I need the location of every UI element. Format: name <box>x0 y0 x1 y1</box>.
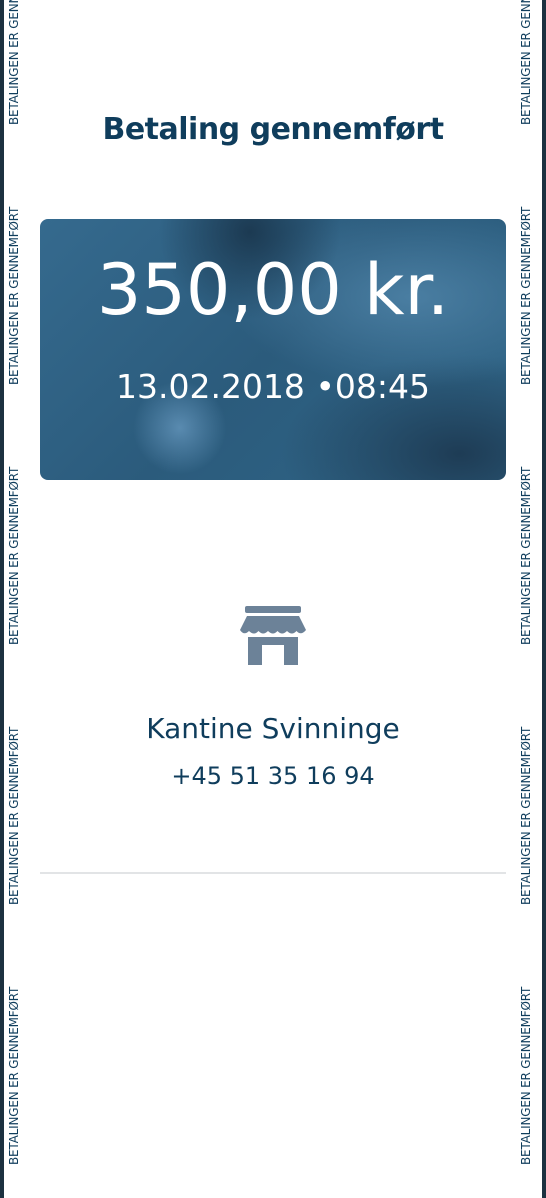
watermark-text: BETALINGEN ER GENNEMFØRT <box>519 0 533 125</box>
divider <box>40 872 506 874</box>
payment-datetime: 13.02.2018 •08:45 <box>40 367 506 406</box>
store-icon <box>239 604 307 670</box>
separator-dot: • <box>315 367 335 406</box>
watermark-text: BETALINGEN ER GENNEMFØRT <box>7 986 21 1165</box>
watermark-strip-right: BETALINGEN ER GENNEMFØRT BETALINGEN ER GE… <box>516 0 542 1198</box>
payment-amount: 350,00 kr. <box>96 249 450 331</box>
watermark-text: BETALINGEN ER GENNEMFØRT <box>7 466 21 645</box>
watermark-strip-left: BETALINGEN ER GENNEMFØRT BETALINGEN ER GE… <box>4 0 30 1198</box>
merchant-phone[interactable]: +45 51 35 16 94 <box>0 762 546 790</box>
watermark-text: BETALINGEN ER GENNEMFØRT <box>7 206 21 385</box>
watermark-text: BETALINGEN ER GENNEMFØRT <box>519 206 533 385</box>
watermark-text: BETALINGEN ER GENNEMFØRT <box>519 466 533 645</box>
page-title: Betaling gennemført <box>102 112 444 147</box>
watermark-text: BETALINGEN ER GENNEMFØRT <box>7 0 21 125</box>
right-edge <box>542 0 546 1198</box>
payment-time: 08:45 <box>334 367 431 406</box>
payment-date: 13.02.2018 <box>115 367 305 406</box>
payment-card: 350,00 kr. 13.02.2018 •08:45 <box>40 219 506 480</box>
watermark-text: BETALINGEN ER GENNEMFØRT <box>519 986 533 1165</box>
merchant-name: Kantine Svinninge <box>146 712 400 745</box>
